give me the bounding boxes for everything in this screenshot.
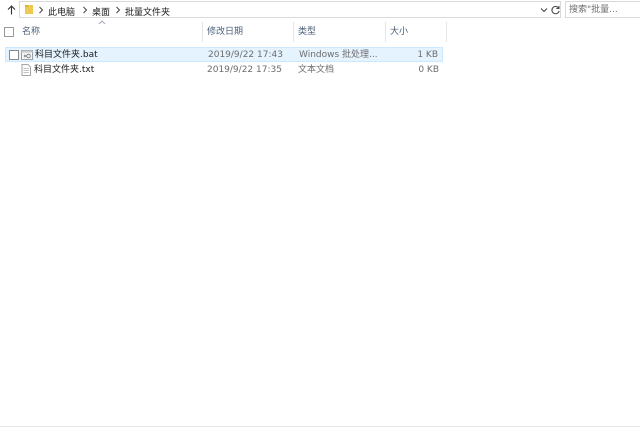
navigation-bar: 此电脑 桌面 批量文件夹: [0, 0, 640, 20]
file-size: 0 KB: [418, 65, 439, 75]
chevron-right-icon[interactable]: [82, 6, 88, 14]
folder-icon: [25, 5, 33, 14]
file-row[interactable]: 科目文件夹.txt 2019/9/22 17:35 文本文档 0 KB: [5, 63, 443, 78]
column-date[interactable]: 修改日期: [203, 22, 293, 42]
row-checkbox[interactable]: [9, 50, 19, 60]
text-file-icon: [21, 64, 31, 76]
chevron-right-icon[interactable]: [115, 6, 121, 14]
search-input[interactable]: [569, 4, 639, 16]
file-type: 文本文档: [298, 65, 335, 75]
arrow-up-icon: [7, 5, 15, 15]
file-row[interactable]: 科目文件夹.bat 2019/9/22 17:43 Windows 批处理...…: [5, 47, 443, 62]
file-name[interactable]: 科目文件夹.bat: [35, 49, 98, 61]
column-divider[interactable]: [446, 22, 447, 42]
breadcrumb-desktop[interactable]: 桌面: [92, 5, 110, 18]
column-type[interactable]: 类型: [294, 22, 385, 42]
search-box[interactable]: [565, 1, 640, 18]
column-name[interactable]: 名称: [18, 22, 202, 42]
breadcrumb-batch-folder[interactable]: 批量文件夹: [125, 5, 170, 18]
chevron-down-icon[interactable]: [539, 5, 549, 15]
column-header: 名称 修改日期 类型 大小: [0, 20, 640, 42]
file-date: 2019/9/22 17:43: [208, 50, 283, 60]
file-type: Windows 批处理...: [299, 50, 378, 60]
select-all-checkbox[interactable]: [4, 27, 14, 37]
batch-file-icon: [21, 50, 33, 60]
breadcrumb-this-pc[interactable]: 此电脑: [48, 5, 75, 18]
address-bar[interactable]: 此电脑 桌面 批量文件夹: [19, 1, 561, 18]
file-size: 1 KB: [417, 50, 438, 60]
up-button[interactable]: [4, 2, 18, 18]
status-divider: [0, 426, 640, 427]
column-size[interactable]: 大小: [386, 22, 446, 42]
chevron-right-icon[interactable]: [38, 6, 44, 14]
file-name[interactable]: 科目文件夹.txt: [34, 64, 94, 76]
file-date: 2019/9/22 17:35: [207, 65, 282, 75]
refresh-icon[interactable]: [550, 4, 561, 16]
